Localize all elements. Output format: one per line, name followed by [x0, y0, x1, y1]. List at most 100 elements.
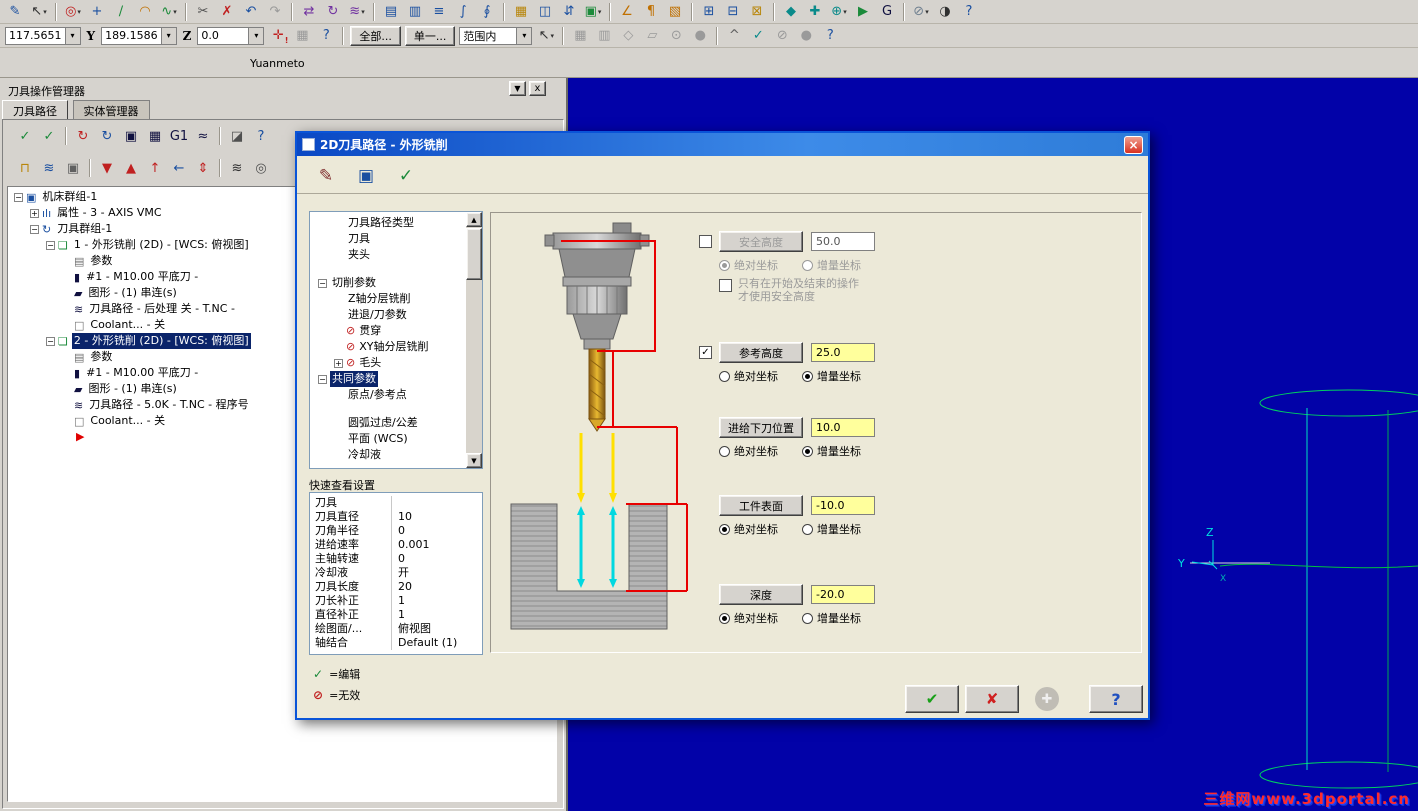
hatch-icon[interactable]: ▧ [664, 2, 686, 22]
quick-help-icon[interactable]: ? [819, 26, 841, 46]
collapse-icon[interactable]: − [318, 374, 327, 384]
autocursor-icon[interactable]: ✛! [267, 26, 289, 46]
reference-incremental-radio[interactable]: 增量坐标 [802, 368, 861, 384]
xform-rotate-icon[interactable]: ↻ [322, 2, 344, 22]
control-def-icon[interactable]: ⊟ [722, 2, 744, 22]
groups-icon[interactable]: ≡ [428, 2, 450, 22]
y-axis-label[interactable]: Y [87, 29, 96, 43]
range-combo-value[interactable]: 范围内 [460, 28, 516, 44]
dropdown-arrow-icon[interactable]: ▾ [64, 27, 80, 44]
material-icon[interactable]: ⊠ [746, 2, 768, 22]
parameter-tree-row[interactable]: 刀具路径类型 [310, 215, 482, 231]
regen-all-icon[interactable]: ↻ [96, 126, 118, 146]
select-all-operations-icon[interactable]: ✓ [14, 126, 36, 146]
attributes-icon[interactable]: ▥ [404, 2, 426, 22]
dialog-titlebar[interactable]: 2D刀具路径 - 外形铣削 × [297, 133, 1148, 156]
toggle-toolpath-display-icon[interactable]: ≋ [38, 158, 60, 178]
verify-icon[interactable]: ▶ [852, 2, 874, 22]
parameter-tree-row[interactable]: 进退/刀参数 [310, 307, 482, 323]
surface-incremental-radio[interactable] [802, 523, 813, 535]
selection-pointer-icon[interactable]: ↖ ▾ [535, 26, 557, 46]
depth-absolute-radio[interactable]: 绝对坐标 [719, 610, 778, 626]
range-combo[interactable]: 范围内 ▾ [459, 26, 533, 45]
collapse-icon[interactable]: − [46, 240, 55, 250]
display-only-selected-icon[interactable]: ≋ [226, 158, 248, 178]
reference-absolute-radio[interactable]: 绝对坐标 [719, 368, 778, 384]
shade-icon[interactable]: ▣ ▾ [582, 2, 604, 22]
feed-incremental-radio[interactable] [802, 445, 813, 457]
collapse-icon[interactable]: − [318, 278, 327, 288]
tab-solids[interactable]: 实体管理器 [72, 100, 150, 119]
collapse-icon[interactable]: − [30, 224, 39, 234]
note-icon[interactable]: ¶ [640, 2, 662, 22]
blank-icon[interactable]: ∮ [476, 2, 498, 22]
select-dirty-operations-icon[interactable]: ✓ [38, 126, 60, 146]
depth-button[interactable]: 深度 [719, 584, 803, 605]
xform-offset-icon[interactable]: ≋ ▾ [346, 2, 368, 22]
post-icon[interactable]: G [876, 2, 898, 22]
z-coordinate-value[interactable]: 0.0 [198, 29, 248, 42]
close-icon[interactable]: × [1124, 135, 1143, 154]
feed-absolute-radio[interactable]: 绝对坐标 [719, 443, 778, 459]
select-all-button[interactable]: 全部... [350, 25, 401, 46]
scroll-up-icon[interactable]: ▲ [466, 212, 482, 227]
reference-absolute-radio[interactable] [719, 370, 730, 382]
parameter-tree-row[interactable]: 原点/参考点 [310, 387, 482, 403]
parameter-tree-row[interactable]: + ⊘ 毛头 [310, 355, 482, 371]
parameter-tree-row[interactable]: 平面 (WCS) [310, 431, 482, 447]
depth-input[interactable]: -20.0 [811, 585, 875, 604]
collapse-icon[interactable]: − [14, 192, 23, 202]
panel-collapse-button[interactable]: ▼ [509, 81, 526, 96]
toolpath-pocket-icon[interactable]: ⊕ ▾ [828, 2, 850, 22]
toolpath-drill-icon[interactable]: ✚ [804, 2, 826, 22]
help-icon[interactable]: ? [958, 2, 980, 22]
tree-scrollbar[interactable]: ▲ ▼ [466, 212, 482, 468]
verify-operations-icon[interactable]: ▦ [144, 126, 166, 146]
move-insert-down-icon[interactable]: ▼ [96, 158, 118, 178]
parameter-tree-row[interactable]: 夹头 [310, 247, 482, 263]
operations-help-icon[interactable]: ? [250, 126, 272, 146]
surface-incremental-radio[interactable]: 增量坐标 [802, 521, 861, 537]
levels-icon[interactable]: ▤ [380, 2, 402, 22]
parameter-tree-row[interactable]: Z轴分层铣削 [310, 291, 482, 307]
redo-icon[interactable]: ↷ [264, 2, 286, 22]
toolpath-options-icon[interactable]: ◎ [250, 158, 272, 178]
dropdown-arrow-icon[interactable]: ▾ [160, 27, 176, 44]
depth-incremental-radio[interactable]: 增量坐标 [802, 610, 861, 626]
dropdown-arrow-icon[interactable]: ▾ [516, 27, 532, 44]
insert-arrow-icon[interactable]: ⇕ [192, 158, 214, 178]
help-button[interactable]: ? [1089, 685, 1143, 713]
safety-input[interactable]: 50.0 [811, 232, 875, 251]
spline-icon[interactable]: ∿ ▾ [158, 2, 180, 22]
delete-icon[interactable]: ✗ [216, 2, 238, 22]
move-insert-up-icon[interactable]: ▲ [120, 158, 142, 178]
tab-toolpaths[interactable]: 刀具路径 [2, 100, 68, 119]
surface-input[interactable]: -10.0 [811, 496, 875, 515]
scroll-thumb[interactable] [466, 228, 482, 280]
select-single-button[interactable]: 单一... [404, 25, 456, 46]
feed-absolute-radio[interactable] [719, 445, 730, 457]
move-insert-top-icon[interactable]: ↑ [144, 158, 166, 178]
depth-absolute-radio[interactable] [719, 612, 730, 624]
machine-def-icon[interactable]: ⊞ [698, 2, 720, 22]
lock-icon[interactable]: ⊓ [14, 158, 36, 178]
utilities-icon[interactable]: ⊘ ▾ [910, 2, 932, 22]
scroll-insert-icon[interactable]: ← [168, 158, 190, 178]
parameter-tree-row[interactable]: − 共同参数 [310, 371, 482, 387]
parameter-tree-row[interactable]: 刀具 [310, 231, 482, 247]
cursor-select-icon[interactable]: ↖ ▾ [28, 2, 50, 22]
feed-button[interactable]: 进给下刀位置 [719, 417, 803, 438]
z-axis-label[interactable]: Z [183, 29, 192, 43]
scroll-down-icon[interactable]: ▼ [466, 453, 482, 468]
verify-parameters-icon[interactable]: ✓ [393, 163, 419, 189]
collapse-icon[interactable]: − [46, 336, 55, 346]
feed-incremental-radio[interactable]: 增量坐标 [802, 443, 861, 459]
surface-absolute-radio[interactable]: 绝对坐标 [719, 521, 778, 537]
backplot-icon[interactable]: ▣ [120, 126, 142, 146]
sketch-icon[interactable]: ✎ [4, 2, 26, 22]
reference-input[interactable]: 25.0 [811, 343, 875, 362]
combine-views-icon[interactable]: ⇵ [558, 2, 580, 22]
arc-icon[interactable]: ◠ [134, 2, 156, 22]
cancel-button[interactable]: ✘ [965, 685, 1019, 713]
trim-icon[interactable]: ✂ [192, 2, 214, 22]
